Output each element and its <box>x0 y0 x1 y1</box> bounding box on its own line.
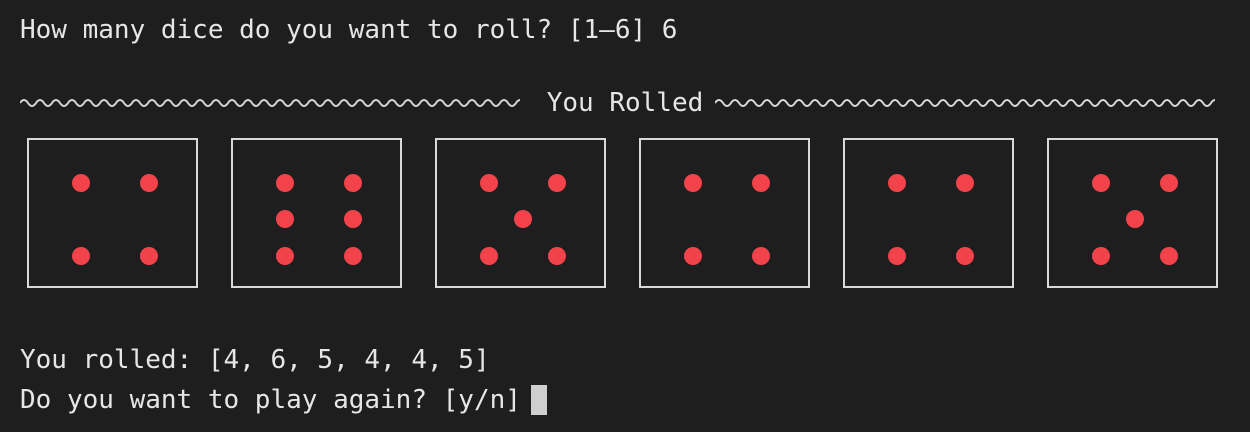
die-pip <box>956 174 974 192</box>
die-pip <box>480 174 498 192</box>
header-title: You Rolled <box>546 88 704 118</box>
die-pip <box>1160 247 1178 265</box>
die <box>435 138 606 288</box>
prompt-question: How many dice do you want to roll? [1–6] <box>20 15 647 45</box>
die-pip <box>548 174 566 192</box>
die-pip <box>276 174 294 192</box>
die-pip <box>480 247 498 265</box>
die-pip <box>276 210 294 228</box>
die <box>639 138 810 288</box>
die-pip <box>1126 210 1144 228</box>
die-pip <box>344 210 362 228</box>
die-pip <box>1092 174 1110 192</box>
roll-result: You rolled: [4, 6, 5, 4, 4, 5] <box>20 345 490 375</box>
die-pip <box>548 247 566 265</box>
prompt-answer: 6 <box>661 15 678 45</box>
die-pip <box>140 247 158 265</box>
roll-count-prompt: How many dice do you want to roll? [1–6]… <box>20 15 677 45</box>
die-pip <box>276 247 294 265</box>
die-pip <box>888 247 906 265</box>
die <box>843 138 1014 288</box>
die-pip <box>140 174 158 192</box>
die-pip <box>514 210 532 228</box>
die-pip <box>684 247 702 265</box>
die-pip <box>1092 247 1110 265</box>
wave-divider-left <box>20 97 535 109</box>
play-again-question: Do you want to play again? [y/n] <box>20 385 521 415</box>
die-pip <box>1160 174 1178 192</box>
die <box>231 138 402 288</box>
die-pip <box>888 174 906 192</box>
die-pip <box>684 174 702 192</box>
die-pip <box>344 174 362 192</box>
die-pip <box>956 247 974 265</box>
die-pip <box>72 247 90 265</box>
die-pip <box>752 174 770 192</box>
terminal-cursor[interactable] <box>530 385 547 415</box>
die <box>27 138 198 288</box>
wave-divider-right <box>715 97 1230 109</box>
die-pip <box>344 247 362 265</box>
die-pip <box>752 247 770 265</box>
play-again-prompt: Do you want to play again? [y/n] <box>20 385 547 415</box>
you-rolled-header: You Rolled <box>20 88 1230 118</box>
die <box>1047 138 1218 288</box>
die-pip <box>72 174 90 192</box>
